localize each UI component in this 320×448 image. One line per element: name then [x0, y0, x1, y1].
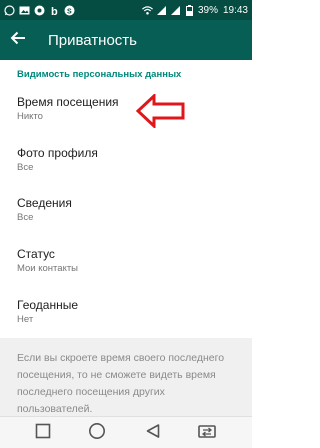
annotation-arrow-icon	[136, 94, 185, 128]
svg-text:b: b	[51, 6, 58, 16]
recents-button[interactable]	[32, 423, 54, 443]
status-bar: b S 39% 19:43	[0, 0, 252, 20]
setting-value: Мои контакты	[17, 263, 79, 274]
arrow-back-icon	[10, 30, 26, 50]
clock: 19:43	[222, 4, 248, 16]
battery-icon	[184, 4, 195, 16]
home-button[interactable]	[86, 423, 108, 443]
setting-about[interactable]: Сведения Все	[0, 196, 252, 242]
section-header: Видимость персональных данных	[17, 69, 182, 80]
setting-last-seen[interactable]: Время посещения Никто	[0, 95, 252, 141]
system-nav-bar	[0, 416, 252, 448]
setting-value: Все	[17, 212, 34, 223]
setting-value: Все	[17, 162, 34, 173]
privacy-settings-list: Видимость персональных данных Время посе…	[0, 60, 252, 416]
b-icon: b	[49, 5, 60, 16]
skype-icon: S	[64, 5, 75, 16]
setting-title: Статус	[17, 247, 55, 261]
setting-profile-photo[interactable]: Фото профиля Все	[0, 146, 252, 192]
swap-sim-icon	[198, 423, 216, 443]
setting-title: Сведения	[17, 196, 72, 210]
wifi-icon	[142, 5, 153, 16]
square-icon	[35, 423, 51, 443]
image-icon	[19, 5, 30, 16]
whatsapp-icon	[4, 4, 15, 16]
setting-value: Никто	[17, 111, 43, 122]
last-seen-info-note: Если вы скроете время своего последнего …	[0, 338, 252, 416]
back-button[interactable]	[0, 20, 36, 60]
sim2-signal-icon	[170, 5, 181, 16]
setting-status[interactable]: Статус Мои контакты	[0, 247, 252, 293]
camera-icon	[34, 5, 45, 16]
setting-title: Фото профиля	[17, 146, 98, 160]
setting-title: Геоданные	[17, 298, 79, 312]
back-nav-button[interactable]	[142, 423, 164, 443]
svg-text:S: S	[67, 8, 72, 15]
battery-percent: 39%	[197, 4, 218, 16]
triangle-back-icon	[145, 423, 161, 443]
sim-switch-button[interactable]	[196, 423, 218, 443]
page-title: Приватность	[48, 31, 137, 49]
sim1-signal-icon	[156, 5, 167, 16]
circle-icon	[88, 422, 106, 444]
app-toolbar: Приватность	[0, 20, 252, 60]
setting-title: Время посещения	[17, 95, 119, 109]
setting-value: Нет	[17, 314, 34, 325]
